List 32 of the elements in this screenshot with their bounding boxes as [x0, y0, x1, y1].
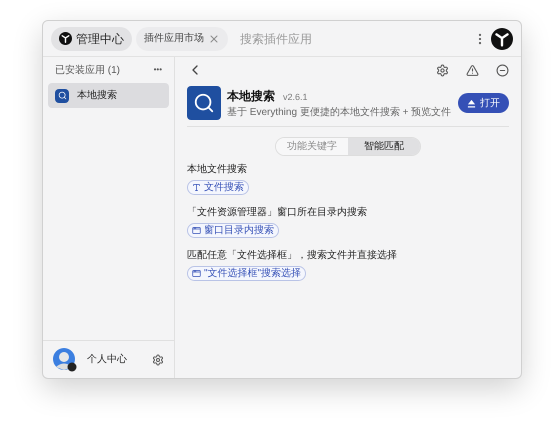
settings-icon[interactable]: [152, 354, 164, 366]
command-tag[interactable]: "文件选择框"搜索选择: [187, 266, 306, 281]
command-tag[interactable]: 窗口目录内搜索: [187, 223, 279, 238]
sidebar-item[interactable]: 本地搜索: [48, 83, 169, 108]
logo-icon: [59, 32, 72, 45]
feature-title: 「文件资源管理器」窗口所在目录内搜索: [187, 206, 367, 220]
feature-title: 本地文件搜索: [187, 162, 247, 177]
avatar[interactable]: [53, 348, 77, 372]
search-field[interactable]: 搜索插件应用: [240, 30, 469, 48]
more-button[interactable]: •••: [154, 64, 162, 76]
window-icon: [192, 226, 201, 235]
settings-icon[interactable]: [436, 64, 449, 76]
warning-icon[interactable]: [466, 64, 479, 76]
text-icon: [192, 183, 201, 192]
segment-tab[interactable]: 智能匹配: [348, 138, 420, 155]
open-button[interactable]: 打开: [458, 93, 509, 113]
command-tag[interactable]: 文件搜索: [187, 180, 249, 195]
sidebar-heading: 已安装应用 (1): [55, 64, 120, 78]
feature-title: 匹配任意「文件选择框」，搜索文件并直接选择: [187, 248, 397, 263]
tab[interactable]: 管理中心: [51, 26, 132, 50]
logo-icon: [491, 28, 513, 50]
user-center-link[interactable]: 个人中心: [87, 352, 127, 367]
plugin-name: 本地搜索: [227, 88, 275, 104]
remove-icon[interactable]: [496, 64, 509, 76]
plugin-description: 基于 Everything 更便捷的本地文件搜索 + 预览文件: [227, 106, 452, 120]
tab[interactable]: 插件应用市场: [136, 26, 228, 50]
plugin-icon: [187, 86, 221, 120]
search-icon: [55, 88, 69, 102]
window-icon: [192, 269, 201, 278]
plugin-version: v2.6.1: [283, 90, 308, 104]
eject-icon: [467, 98, 476, 108]
close-icon[interactable]: [208, 32, 220, 44]
